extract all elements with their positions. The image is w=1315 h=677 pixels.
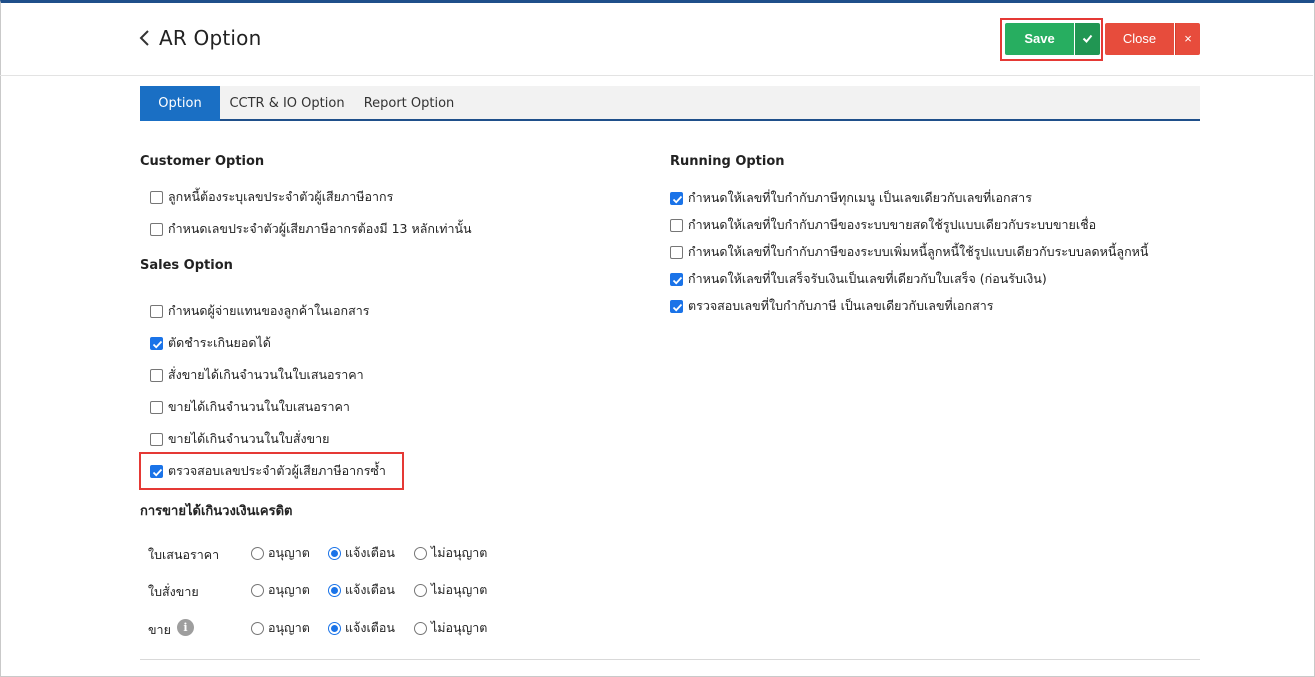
- tab-option[interactable]: Option: [140, 86, 220, 121]
- credit-row-label-sale: ขาย: [148, 622, 171, 637]
- customer-option-item-tax-id-required[interactable]: ลูกหนี้ต้องระบุเลขประจำตัวผู้เสียภาษีอาก…: [150, 187, 393, 207]
- close-button[interactable]: Close: [1105, 23, 1174, 55]
- checkbox-label: กำหนดให้เลขที่ใบกำกับภาษีของระบบขายสดใช้…: [688, 217, 1097, 232]
- radio-allow[interactable]: อนุญาต: [251, 543, 310, 563]
- checkbox[interactable]: [150, 304, 163, 318]
- radio-label: ไม่อนุญาต: [431, 545, 488, 560]
- sales-option-item-duplicate-tax-id[interactable]: ตรวจสอบเลขประจำตัวผู้เสียภาษีอากรซ้ำ: [150, 461, 386, 481]
- checkbox-label: ตรวจสอบเลขที่ใบกำกับภาษี เป็นเลขเดียวกับ…: [688, 298, 994, 313]
- info-icon[interactable]: i: [177, 619, 194, 636]
- checkbox-label: กำหนดให้เลขที่ใบกำกับภาษีทุกเมนู เป็นเลข…: [688, 190, 1032, 205]
- tab-cctr-io-option[interactable]: CCTR & IO Option: [220, 86, 354, 121]
- credit-limit-title: การขายได้เกินวงเงินเครดิต: [140, 504, 293, 519]
- radio-deny[interactable]: ไม่อนุญาต: [414, 543, 487, 563]
- radio-allow[interactable]: อนุญาต: [251, 580, 310, 600]
- radio-warn[interactable]: แจ้งเตือน: [328, 543, 395, 563]
- radio-label: ไม่อนุญาต: [431, 582, 488, 597]
- sales-option-item-sell-exceed-quote[interactable]: ขายได้เกินจำนวนในใบเสนอราคา: [150, 397, 350, 417]
- radio-button[interactable]: [414, 621, 427, 635]
- checkbox-checked[interactable]: [670, 272, 683, 286]
- sales-option-title: Sales Option: [140, 258, 233, 273]
- sales-option-item-sell-exceed-order[interactable]: ขายได้เกินจำนวนในใบสั่งขาย: [150, 429, 329, 449]
- checkbox[interactable]: [150, 222, 163, 236]
- checkbox-label: กำหนดให้เลขที่ใบกำกับภาษีของระบบเพิ่มหนี…: [688, 244, 1149, 259]
- checkbox[interactable]: [150, 432, 163, 446]
- checkbox[interactable]: [150, 368, 163, 382]
- radio-label: ไม่อนุญาต: [431, 620, 488, 635]
- running-option-item-1[interactable]: กำหนดให้เลขที่ใบกำกับภาษีทุกเมนู เป็นเลข…: [670, 188, 1032, 208]
- radio-warn[interactable]: แจ้งเตือน: [328, 618, 395, 638]
- checkbox-checked[interactable]: [670, 299, 683, 313]
- page-title: AR Option: [159, 26, 262, 50]
- running-option-item-4[interactable]: กำหนดให้เลขที่ใบเสร็จรับเงินเป็นเลขที่เด…: [670, 269, 1047, 289]
- check-icon: [1082, 34, 1093, 43]
- checkbox-label: ลูกหนี้ต้องระบุเลขประจำตัวผู้เสียภาษีอาก…: [168, 189, 394, 204]
- radio-button[interactable]: [414, 546, 427, 560]
- radio-button-selected[interactable]: [328, 583, 341, 597]
- checkbox[interactable]: [150, 190, 163, 204]
- checkbox[interactable]: [670, 218, 683, 232]
- credit-row-label-quotation: ใบเสนอราคา: [148, 547, 220, 562]
- checkbox-label: กำหนดผู้จ่ายแทนของลูกค้าในเอกสาร: [168, 303, 370, 318]
- checkbox-checked[interactable]: [150, 464, 163, 478]
- chevron-left-icon[interactable]: [138, 28, 152, 48]
- radio-label: แจ้งเตือน: [345, 620, 395, 635]
- radio-label: แจ้งเตือน: [345, 582, 395, 597]
- sales-option-item-payer[interactable]: กำหนดผู้จ่ายแทนของลูกค้าในเอกสาร: [150, 301, 369, 321]
- checkbox-label: กำหนดให้เลขที่ใบเสร็จรับเงินเป็นเลขที่เด…: [688, 271, 1047, 286]
- radio-button[interactable]: [251, 621, 264, 635]
- radio-label: อนุญาต: [268, 582, 310, 597]
- checkbox-label: ขายได้เกินจำนวนในใบสั่งขาย: [168, 431, 330, 446]
- checkbox-label: ตัดชำระเกินยอดได้: [168, 335, 271, 350]
- radio-button-selected[interactable]: [328, 621, 341, 635]
- checkbox-label: ตรวจสอบเลขประจำตัวผู้เสียภาษีอากรซ้ำ: [168, 463, 386, 478]
- save-check-button[interactable]: [1075, 23, 1100, 55]
- radio-allow[interactable]: อนุญาต: [251, 618, 310, 638]
- radio-button[interactable]: [251, 546, 264, 560]
- divider: [140, 659, 1200, 660]
- radio-button[interactable]: [251, 583, 264, 597]
- checkbox-label: ขายได้เกินจำนวนในใบเสนอราคา: [168, 399, 350, 414]
- customer-option-title: Customer Option: [140, 154, 265, 169]
- tab-bar: Option CCTR & IO Option Report Option: [140, 86, 1200, 121]
- credit-row-label-sales-order: ใบสั่งขาย: [148, 584, 199, 599]
- radio-warn[interactable]: แจ้งเตือน: [328, 580, 395, 600]
- radio-deny[interactable]: ไม่อนุญาต: [414, 580, 487, 600]
- page-header: AR Option Save Close ×: [0, 0, 1313, 76]
- radio-label: แจ้งเตือน: [345, 545, 395, 560]
- customer-option-item-tax-id-13-digits[interactable]: กำหนดเลขประจำตัวผู้เสียภาษีอากรต้องมี 13…: [150, 219, 472, 239]
- checkbox-checked[interactable]: [670, 191, 683, 205]
- running-option-title: Running Option: [670, 154, 785, 169]
- save-button[interactable]: Save: [1005, 23, 1074, 55]
- radio-deny[interactable]: ไม่อนุญาต: [414, 618, 487, 638]
- sales-option-item-order-exceed-quote[interactable]: สั่งขายได้เกินจำนวนในใบเสนอราคา: [150, 365, 364, 385]
- radio-button[interactable]: [414, 583, 427, 597]
- checkbox-label: กำหนดเลขประจำตัวผู้เสียภาษีอากรต้องมี 13…: [168, 221, 472, 236]
- radio-label: อนุญาต: [268, 620, 310, 635]
- radio-label: อนุญาต: [268, 545, 310, 560]
- checkbox-label: สั่งขายได้เกินจำนวนในใบเสนอราคา: [168, 367, 364, 382]
- running-option-item-5[interactable]: ตรวจสอบเลขที่ใบกำกับภาษี เป็นเลขเดียวกับ…: [670, 296, 993, 316]
- tab-report-option[interactable]: Report Option: [354, 86, 464, 121]
- close-icon[interactable]: ×: [1175, 23, 1200, 55]
- sales-option-item-overpay[interactable]: ตัดชำระเกินยอดได้: [150, 333, 271, 353]
- radio-button-selected[interactable]: [328, 546, 341, 560]
- checkbox[interactable]: [150, 400, 163, 414]
- checkbox[interactable]: [670, 245, 683, 259]
- checkbox-checked[interactable]: [150, 336, 163, 350]
- running-option-item-2[interactable]: กำหนดให้เลขที่ใบกำกับภาษีของระบบขายสดใช้…: [670, 215, 1096, 235]
- running-option-item-3[interactable]: กำหนดให้เลขที่ใบกำกับภาษีของระบบเพิ่มหนี…: [670, 242, 1148, 262]
